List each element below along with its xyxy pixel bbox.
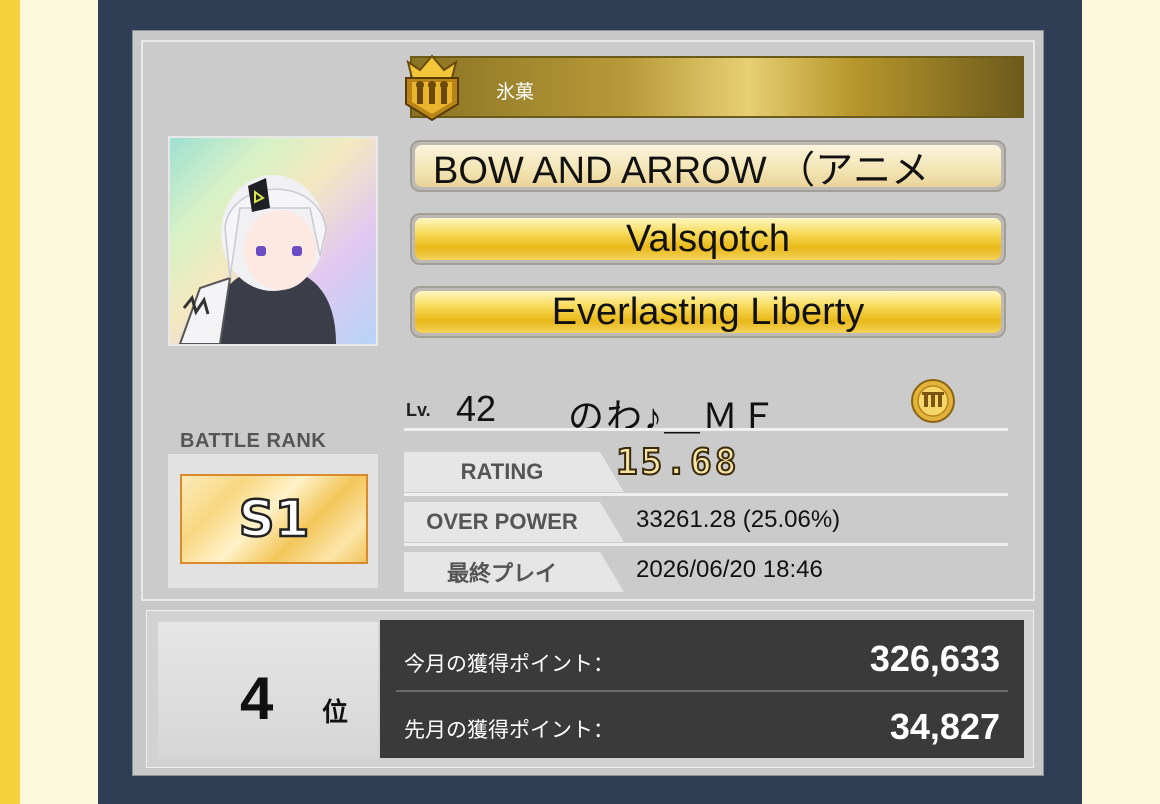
team-crown-icon xyxy=(400,44,464,122)
position-suffix: 位 xyxy=(322,697,349,727)
team-name: 氷菓 xyxy=(496,82,535,103)
rating-label: RATING xyxy=(404,452,624,492)
rating-value: 15.68 xyxy=(615,441,740,484)
battle-rank-label: BATTLE RANK xyxy=(180,430,327,452)
last-play-value: 2026/06/20 18:46 xyxy=(636,556,823,583)
avatar xyxy=(168,136,378,346)
level-label: Lv. xyxy=(406,400,431,420)
last-month-points-label: 先月の獲得ポイント： xyxy=(404,719,614,742)
last-play-label: 最終プレイ xyxy=(404,552,624,592)
rank-medal-icon xyxy=(910,378,956,424)
over-power-value: 33261.28 (25.06%) xyxy=(636,506,841,533)
last-play-row: 最終プレイ 2026/06/20 18:46 xyxy=(404,552,1008,592)
last-month-points-value: 34,827 xyxy=(889,706,1000,747)
title-plate-2-text: Valsqotch xyxy=(415,218,1001,260)
points-divider xyxy=(396,690,1008,692)
left-stripe xyxy=(0,0,20,804)
this-month-points-value: 326,633 xyxy=(869,638,1000,679)
over-power-row: OVER POWER 33261.28 (25.06%) xyxy=(404,502,1008,546)
right-stripe xyxy=(1132,0,1160,804)
rating-divider xyxy=(404,493,1008,496)
this-month-points-label: 今月の獲得ポイント： xyxy=(404,653,614,676)
title-plate-3-text: Everlasting Liberty xyxy=(415,291,1001,333)
title-plate-3: Everlasting Liberty xyxy=(410,286,1006,338)
title-plate-1-text: BOW AND ARROW （アニメ xyxy=(415,145,1001,187)
position-value: 4 xyxy=(240,665,274,732)
battle-rank-value: S1 xyxy=(237,489,310,550)
name-divider xyxy=(404,428,1008,431)
player-name: のわ♪＿ＭＦ xyxy=(568,396,779,437)
level-value: 42 xyxy=(456,388,497,429)
title-plate-2: Valsqotch xyxy=(410,213,1006,265)
over-power-label: OVER POWER xyxy=(404,502,624,542)
title-plate-1: BOW AND ARROW （アニメ xyxy=(410,140,1006,192)
battle-rank-plate: S1 xyxy=(180,474,368,564)
over-power-divider xyxy=(404,543,1008,546)
